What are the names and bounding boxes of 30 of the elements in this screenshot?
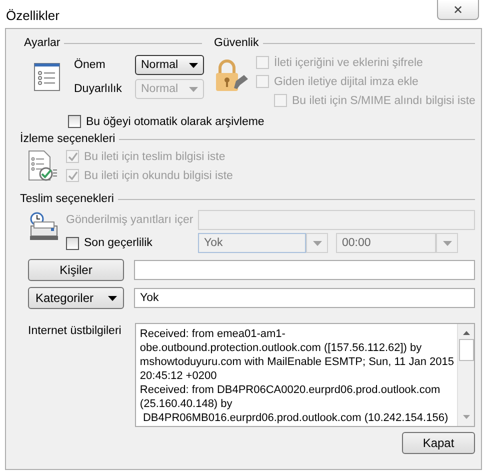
section-heading: Ayarlar [24,37,60,49]
field-label: Duyarlılık [74,83,123,95]
checkbox-label: Bu ileti için S/MIME alındı bilgisi iste [292,94,476,106]
header-line: DB4PR06MB016.eurprd06.prod.outlook.com (10.242.154.156) [142,411,450,425]
header-line: obe.outbound.protection.outlook.com ([157.56.112.62]) by [140,341,423,355]
time-dropdown[interactable]: 00:00 [336,233,436,253]
field-label: Gönderilmiş yanıtları içer [66,214,192,226]
section-heading: İzleme seçenekleri [20,133,116,145]
header-line: (25.160.40.148) by [140,397,234,411]
checkbox-label: Bu öğeyi otomatik olarak arşivleme [86,116,264,128]
header-line: mshowtoduyuru.com with MailEnable ESMTP; Sun, 11 Jan 2015 [140,355,454,369]
header-line: 20:45:12 +0200 [140,369,218,383]
checkbox-label: Son geçerlilik [84,237,152,249]
section-heading: Teslim seçenekleri [20,193,114,205]
header-line: Received: from DB4PR06CA0020.eurprd06.prod.outlook.com [140,383,442,397]
categories-button[interactable]: Kategoriler [28,287,124,309]
checkbox-label: Bu ileti için teslim bilgisi iste [84,150,226,162]
checkbox-label: İleti içeriğini ve eklerini şifrele [274,56,423,68]
close-button[interactable]: Kapat [402,432,475,454]
dropdown[interactable]: Normal [135,55,204,75]
contacts-button[interactable]: Kişiler [28,259,124,281]
checkbox-label: Giden iletiye dijital imza ekle [274,76,418,88]
input-field[interactable]: Yok [134,288,475,308]
header-line: Received: from emea01-am1- [140,327,286,341]
close-button[interactable]: ✕ [437,0,479,20]
section-heading: Güvenlik [214,37,259,49]
checkbox-label: Bu ileti için okundu bilgisi iste [84,170,233,182]
field-label: Önem [74,59,106,71]
field-label: Internet üstbilgileri [28,325,122,337]
window-title: Özellikler [6,8,60,23]
